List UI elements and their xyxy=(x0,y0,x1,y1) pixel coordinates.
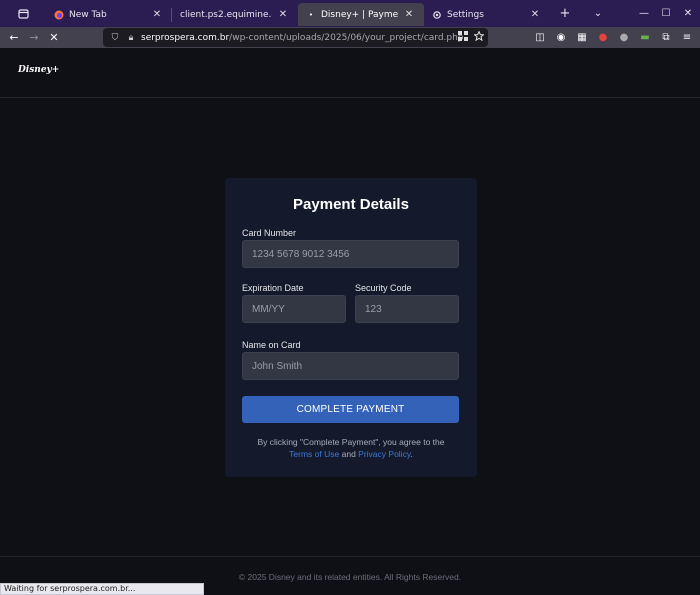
nav-toolbar: ← → ✕ ⛉ 🔒︎ serprospera.com.br/wp-content… xyxy=(0,27,700,48)
expiration-date-input[interactable]: MM/YY xyxy=(242,295,346,323)
pocket-icon[interactable]: ◫ xyxy=(531,29,549,47)
shield-icon[interactable]: ⛉ xyxy=(109,32,121,44)
url-actions xyxy=(458,31,484,41)
security-code-input[interactable]: 123 xyxy=(355,295,459,323)
forward-button[interactable]: → xyxy=(24,28,44,48)
loading-dot-icon: • xyxy=(308,10,314,19)
tab-new-tab[interactable]: New Tab ✕ xyxy=(46,3,172,26)
minimize-icon[interactable]: — xyxy=(634,4,654,24)
extension-gray-icon[interactable]: ● xyxy=(615,29,633,47)
copyright-text: © 2025 Disney and its related entities. … xyxy=(238,572,462,582)
stop-button[interactable]: ✕ xyxy=(44,28,64,48)
close-window-icon[interactable]: ✕ xyxy=(678,4,698,24)
chevron-down-icon[interactable]: ⌄ xyxy=(588,4,608,24)
url-domain: serprospera.com.br xyxy=(141,32,230,43)
tab-list-button[interactable] xyxy=(0,0,46,27)
close-icon[interactable]: ✕ xyxy=(528,8,542,22)
window-controls: ⌄ — ☐ ✕ xyxy=(588,0,700,27)
privacy-policy-link[interactable]: Privacy Policy xyxy=(358,449,410,459)
name-on-card-label: Name on Card xyxy=(242,340,301,350)
tab-title: Settings xyxy=(447,9,484,20)
terms-prefix: By clicking "Complete Payment", you agre… xyxy=(257,437,445,447)
security-code-label: Security Code xyxy=(355,283,412,293)
tab-title: client.ps2.equimine.com/res xyxy=(180,9,272,20)
close-icon[interactable]: ✕ xyxy=(150,8,164,22)
site-header: Disney+ xyxy=(0,48,700,98)
terms-and: and xyxy=(341,449,356,459)
star-icon[interactable] xyxy=(474,31,484,41)
card-number-label: Card Number xyxy=(242,228,297,238)
tab-strip: New Tab ✕ client.ps2.equimine.com/res ✕ … xyxy=(0,0,700,27)
url-path: /wp-content/uploads/2025/06/your_project… xyxy=(229,32,464,43)
tab-disney-payment[interactable]: • Disney+ | Payment ✕ xyxy=(298,3,424,26)
terms-of-use-link[interactable]: Terms of Use xyxy=(289,449,339,459)
firefox-icon xyxy=(54,10,64,19)
page-title: Payment Details xyxy=(293,196,409,213)
grid-icon[interactable] xyxy=(458,31,468,41)
close-icon[interactable]: ✕ xyxy=(276,8,290,22)
toolbar-right: ◫ ◉ ▦ ● ● ▬ ⧉ ≡ xyxy=(531,27,696,48)
disney-plus-logo[interactable]: Disney+ xyxy=(18,65,59,75)
tab-settings[interactable]: Settings ✕ xyxy=(424,3,550,26)
page-content: Disney+ Payment Details Card Number 1234… xyxy=(0,48,700,595)
close-icon[interactable]: ✕ xyxy=(402,8,416,22)
extension-red-icon[interactable]: ● xyxy=(594,29,612,47)
gear-icon xyxy=(433,10,441,19)
complete-payment-button[interactable]: COMPLETE PAYMENT xyxy=(242,396,459,423)
name-on-card-input[interactable]: John Smith xyxy=(242,352,459,380)
arrow-left-icon: ← xyxy=(9,31,19,44)
tab-client[interactable]: client.ps2.equimine.com/res ✕ xyxy=(172,3,298,26)
menu-icon[interactable]: ≡ xyxy=(678,29,696,47)
tab-list-icon xyxy=(17,9,29,19)
payment-card: Payment Details Card Number 1234 5678 90… xyxy=(225,178,477,477)
stop-icon: ✕ xyxy=(49,31,59,44)
arrow-right-icon: → xyxy=(29,31,39,44)
puzzle-icon[interactable]: ⧉ xyxy=(657,29,675,47)
expiration-date-label: Expiration Date xyxy=(242,283,304,293)
url-bar[interactable]: ⛉ 🔒︎ serprospera.com.br/wp-content/uploa… xyxy=(103,28,488,47)
terms-suffix: . xyxy=(410,449,413,459)
lock-icon[interactable]: 🔒︎ xyxy=(125,32,137,44)
status-bar: Waiting for serprospera.com.br... xyxy=(0,583,204,595)
extensions-grid-icon[interactable]: ▦ xyxy=(573,29,591,47)
extension-green-icon[interactable]: ▬ xyxy=(636,29,654,47)
card-number-input[interactable]: 1234 5678 9012 3456 xyxy=(242,240,459,268)
plus-icon: + xyxy=(559,6,571,21)
maximize-icon[interactable]: ☐ xyxy=(656,4,676,24)
account-icon[interactable]: ◉ xyxy=(552,29,570,47)
tab-title: New Tab xyxy=(69,9,107,20)
new-tab-button[interactable]: + xyxy=(554,3,576,25)
terms-notice: By clicking "Complete Payment", you agre… xyxy=(235,436,467,460)
tab-title: Disney+ | Payment xyxy=(321,9,398,20)
back-button[interactable]: ← xyxy=(4,28,24,48)
